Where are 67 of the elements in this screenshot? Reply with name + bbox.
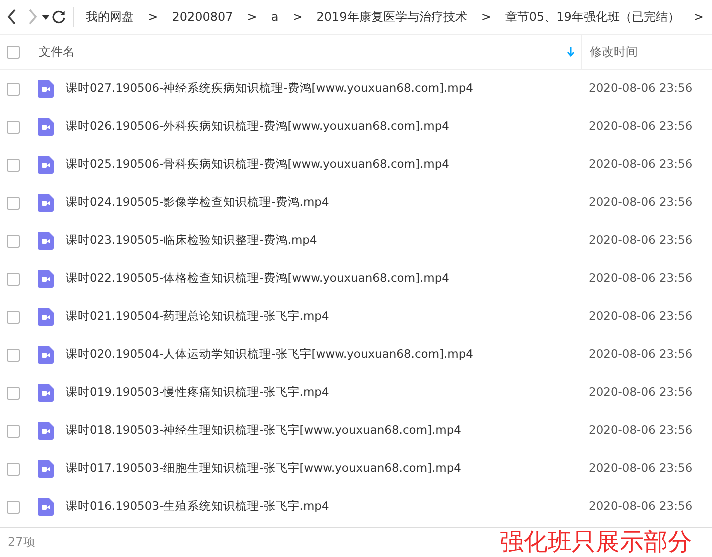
modified-date: 2020-08-06 23:56 xyxy=(589,308,694,326)
modified-date: 2020-08-06 23:56 xyxy=(589,498,694,516)
modified-date: 2020-08-06 23:56 xyxy=(589,232,694,250)
modified-date: 2020-08-06 23:56 xyxy=(589,460,694,478)
row-checkbox[interactable] xyxy=(7,82,20,96)
column-header[interactable]: 文件名 xyxy=(39,43,75,61)
file-name[interactable]: 课时018.190503-神经生理知识梳理-张飞宇[www.youxuan68.com].mp4 xyxy=(66,422,462,440)
row-checkbox[interactable] xyxy=(7,272,20,286)
row-checkbox[interactable] xyxy=(7,348,20,362)
file-name[interactable]: 课时023.190505-临床检验知识整理-费鸿.mp4 xyxy=(66,232,318,250)
video-file-icon xyxy=(38,194,54,212)
modified-date: 2020-08-06 23:56 xyxy=(589,422,694,440)
modified-date: 2020-08-06 23:56 xyxy=(589,80,694,98)
item-count: 27项 xyxy=(8,534,36,551)
column-header[interactable]: 修改时间 xyxy=(590,43,638,61)
dropdown-caret-icon[interactable] xyxy=(42,14,50,20)
video-file-icon xyxy=(38,270,54,288)
row-checkbox[interactable] xyxy=(7,234,20,248)
file-name[interactable]: 课时024.190505-影像学检查知识梳理-费鸿.mp4 xyxy=(66,194,330,212)
row-checkbox[interactable] xyxy=(7,386,20,400)
video-file-icon xyxy=(38,308,54,326)
breadcrumb-separator: > xyxy=(147,9,160,26)
modified-date: 2020-08-06 23:56 xyxy=(589,384,694,402)
row-checkbox[interactable] xyxy=(7,158,20,172)
sort-arrow-icon[interactable] xyxy=(567,46,575,58)
breadcrumb-link[interactable]: 章节05、19年强化班（已完结） xyxy=(499,8,686,26)
select-all-checkbox[interactable] xyxy=(7,46,20,58)
refresh-icon[interactable] xyxy=(52,10,66,24)
file-name[interactable]: 课时016.190503-生殖系统知识梳理-张飞宇.mp4 xyxy=(66,498,330,516)
back-icon[interactable] xyxy=(7,9,18,25)
breadcrumb-link[interactable]: 我的网盘 xyxy=(80,8,140,26)
breadcrumb-link[interactable]: 2019年康复医学与治疗技术 xyxy=(310,8,474,26)
file-name[interactable]: 课时020.190504-人体运动学知识梳理-张飞宇[www.youxuan68.com].mp4 xyxy=(66,346,474,364)
breadcrumb-separator: > xyxy=(480,9,492,26)
video-file-icon xyxy=(38,422,54,440)
breadcrumb-separator: > xyxy=(246,9,258,26)
row-checkbox[interactable] xyxy=(7,120,20,134)
file-name[interactable]: 课时019.190503-慢性疼痛知识梳理-张飞宇.mp4 xyxy=(66,384,330,402)
video-file-icon xyxy=(38,346,54,364)
file-name[interactable]: 课时026.190506-外科疾病知识梳理-费鸿[www.youxuan68.com].mp4 xyxy=(66,118,450,136)
breadcrumb-separator: > xyxy=(692,9,705,26)
modified-date: 2020-08-06 23:56 xyxy=(589,156,694,174)
modified-date: 2020-08-06 23:56 xyxy=(589,118,694,136)
modified-date: 2020-08-06 23:56 xyxy=(589,194,694,212)
row-checkbox[interactable] xyxy=(7,310,20,324)
row-checkbox[interactable] xyxy=(7,196,20,210)
file-name[interactable]: 课时022.190505-体格检查知识梳理-费鸿[www.youxuan68.com].mp4 xyxy=(66,270,450,288)
video-file-icon xyxy=(38,156,54,174)
modified-date: 2020-08-06 23:56 xyxy=(589,270,694,288)
row-checkbox[interactable] xyxy=(7,462,20,476)
breadcrumb-separator: > xyxy=(292,9,304,26)
video-file-icon xyxy=(38,80,54,98)
breadcrumb-link[interactable]: 20200807 xyxy=(166,8,240,26)
file-name[interactable]: 课时021.190504-药理总论知识梳理-张飞宇.mp4 xyxy=(66,308,330,326)
file-name[interactable]: 课时025.190506-骨科疾病知识梳理-费鸿[www.youxuan68.com].mp4 xyxy=(66,156,450,174)
row-checkbox[interactable] xyxy=(7,424,20,438)
video-file-icon xyxy=(38,118,54,136)
video-file-icon xyxy=(38,232,54,250)
annotation-text: 强化班只展示部分 xyxy=(500,530,692,554)
file-name[interactable]: 课时027.190506-神经系统疾病知识梳理-费鸿[www.youxuan68.com].mp4 xyxy=(66,80,474,98)
file-name[interactable]: 课时017.190503-细胞生理知识梳理-张飞宇[www.youxuan68.com].mp4 xyxy=(66,460,462,478)
video-file-icon xyxy=(38,460,54,478)
video-file-icon xyxy=(38,498,54,516)
row-checkbox[interactable] xyxy=(7,500,20,514)
video-file-icon xyxy=(38,384,54,402)
modified-date: 2020-08-06 23:56 xyxy=(589,346,694,364)
breadcrumb-link[interactable]: a xyxy=(265,8,285,26)
